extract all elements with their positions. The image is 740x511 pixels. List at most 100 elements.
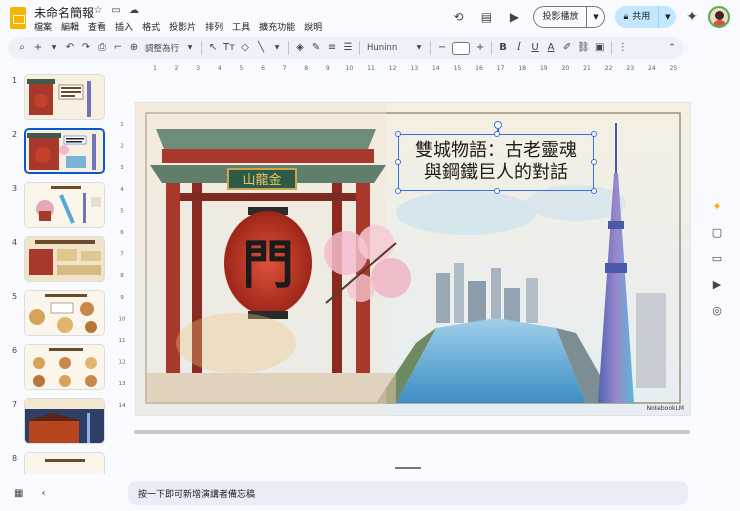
slide-thumbnail-active[interactable] (24, 128, 105, 174)
history-icon[interactable]: ⟲ (449, 8, 467, 26)
font-size-input[interactable] (452, 41, 471, 55)
paint-format-icon[interactable]: ⌐ (110, 39, 126, 57)
slide-thumbnail[interactable] (24, 344, 105, 390)
border-color-icon[interactable]: ✎ (308, 39, 324, 57)
resize-handle[interactable] (395, 131, 401, 137)
resize-handle[interactable] (591, 159, 597, 165)
menu-tools[interactable]: 工具 (232, 20, 250, 33)
menu-extensions[interactable]: 擴充功能 (259, 20, 295, 33)
share-button[interactable]: 🔒︎ 共用 ▼ (615, 6, 677, 28)
slide-thumbnail-image (25, 237, 104, 281)
slide-canvas[interactable]: 山龍金 門 雙城物語：古老靈魂 與鋼鐵巨人的對話 NotebookLM (131, 80, 690, 435)
link-icon[interactable]: ⛓ (575, 39, 592, 57)
border-dash-icon[interactable]: ☰ (340, 39, 356, 57)
chevron-down-icon[interactable]: ▼ (269, 39, 285, 57)
add-comment-icon[interactable]: ▣ (592, 39, 608, 57)
chevron-down-icon[interactable]: ▼ (46, 39, 62, 57)
slide-thumbnail[interactable] (24, 290, 105, 336)
undo-icon[interactable]: ↶ (62, 39, 78, 57)
increase-font-icon[interactable]: + (472, 39, 488, 57)
new-slide-icon[interactable]: + (30, 39, 46, 57)
menu-slide[interactable]: 投影片 (169, 20, 196, 33)
maps-icon[interactable]: ◎ (712, 304, 722, 318)
resize-handle[interactable] (395, 188, 401, 194)
slides-logo-icon[interactable] (10, 7, 26, 29)
menu-insert[interactable]: 插入 (115, 20, 133, 33)
menu-file[interactable]: 檔案 (34, 20, 52, 33)
slide-thumbnail-row[interactable]: 6 (0, 344, 112, 394)
ruler-tick-label: 8 (304, 65, 308, 72)
collapse-filmstrip-icon[interactable]: ‹ (41, 488, 45, 499)
slide-thumbnail-row[interactable]: 8 (0, 452, 112, 474)
print-icon[interactable]: ⎙ (94, 39, 110, 57)
fill-color-icon[interactable]: ◈ (292, 39, 308, 57)
avatar[interactable] (708, 6, 730, 28)
horizontal-scrollbar[interactable] (134, 430, 690, 434)
slide-thumbnail[interactable] (24, 452, 105, 474)
menu-help[interactable]: 說明 (304, 20, 322, 33)
font-select[interactable]: Huninn (363, 43, 411, 53)
slide-thumbnail-row[interactable]: 7 (0, 398, 112, 448)
rotate-handle[interactable] (494, 121, 502, 129)
resize-handle[interactable] (494, 188, 500, 194)
redo-icon[interactable]: ↷ (78, 39, 94, 57)
current-slide[interactable]: 山龍金 門 雙城物語：古老靈魂 與鋼鐵巨人的對話 NotebookLM (136, 103, 690, 415)
youtube-icon[interactable]: ▶ (713, 278, 721, 292)
slide-thumbnail-row[interactable]: 2 (0, 128, 112, 178)
drive-folder-icon[interactable]: ▭ (712, 252, 722, 266)
select-cursor-icon[interactable]: ↖ (205, 39, 221, 57)
chevron-down-icon[interactable]: ▼ (586, 7, 604, 27)
slide-thumbnail[interactable] (24, 236, 105, 282)
resize-handle[interactable] (591, 188, 597, 194)
comments-icon[interactable]: ▤ (477, 8, 495, 26)
slide-thumbnail-row[interactable]: 1 (0, 74, 112, 124)
chevron-down-icon[interactable]: ▼ (658, 6, 676, 28)
menu-edit[interactable]: 編輯 (61, 20, 79, 33)
present-button[interactable]: 投影播放 ▼ (533, 6, 606, 28)
speaker-notes[interactable]: 按一下即可新增演講者備忘稿 (128, 481, 688, 505)
text-color-icon[interactable]: A (543, 39, 559, 57)
star-icon[interactable]: ☆ (92, 5, 104, 16)
menu-format[interactable]: 格式 (142, 20, 160, 33)
line-icon[interactable]: ╲ (253, 39, 269, 57)
resize-handle[interactable] (395, 159, 401, 165)
slide-thumbnail-row[interactable]: 5 (0, 290, 112, 340)
present-label[interactable]: 投影播放 (534, 7, 586, 27)
resize-handle[interactable] (494, 131, 500, 137)
move-folder-icon[interactable]: ▭ (110, 5, 122, 16)
bold-icon[interactable]: B (495, 39, 511, 57)
cloud-status-icon[interactable]: ☁ (128, 5, 140, 16)
slide-thumbnail-row[interactable]: 3 (0, 182, 112, 232)
meet-icon[interactable]: ▶ (505, 8, 523, 26)
notes-resize-handle[interactable] (395, 467, 421, 469)
search-icon[interactable]: ⌕ (14, 39, 30, 57)
grid-view-icon[interactable]: ▦ (14, 488, 23, 499)
underline-icon[interactable]: U (527, 39, 543, 57)
gemini-sparkle-icon[interactable]: ✦ (712, 200, 721, 214)
shape-icon[interactable]: ◇ (237, 39, 253, 57)
slide-thumbnail-image (25, 345, 104, 389)
resize-handle[interactable] (591, 131, 597, 137)
title-text-box[interactable]: 雙城物語：古老靈魂 與鋼鐵巨人的對話 (395, 121, 597, 194)
slide-title[interactable]: 雙城物語：古老靈魂 與鋼鐵巨人的對話 (399, 140, 593, 184)
italic-icon[interactable]: I (511, 39, 527, 57)
keep-icon[interactable]: ▢ (712, 226, 722, 240)
highlight-icon[interactable]: ✐ (559, 39, 575, 57)
decrease-font-icon[interactable]: − (434, 39, 450, 57)
slide-thumbnail[interactable] (24, 74, 105, 120)
gemini-icon[interactable]: ✦ (686, 9, 698, 25)
menu-view[interactable]: 查看 (88, 20, 106, 33)
border-weight-icon[interactable]: ≡ (324, 39, 340, 57)
more-options-icon[interactable]: ⋮ (615, 39, 631, 57)
slide-thumbnail[interactable] (24, 398, 105, 444)
chevron-down-icon[interactable]: ▼ (182, 39, 198, 57)
menu-arrange[interactable]: 排列 (205, 20, 223, 33)
zoom-fit-select[interactable]: 調整為行 (142, 42, 182, 54)
collapse-toolbar-icon[interactable]: ⌃ (664, 40, 680, 56)
text-box-icon[interactable]: Tт (221, 39, 237, 57)
slide-thumbnail-row[interactable]: 4 (0, 236, 112, 286)
slide-thumbnail[interactable] (24, 182, 105, 228)
document-title[interactable]: 未命名簡報 (34, 4, 94, 21)
chevron-down-icon[interactable]: ▼ (411, 39, 427, 57)
zoom-icon[interactable]: ⊕ (126, 39, 142, 57)
